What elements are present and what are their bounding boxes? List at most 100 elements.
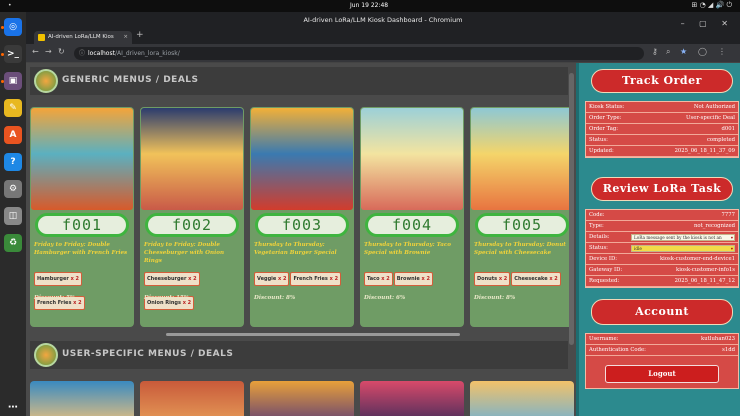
- row-value: completed: [706, 137, 735, 143]
- deal-code[interactable]: f002: [145, 213, 239, 237]
- info-row: Username: kutluhan023: [586, 334, 738, 345]
- logout-button[interactable]: Logout: [605, 365, 719, 383]
- user-specific-deals-carousel[interactable]: [30, 381, 574, 416]
- site-info-icon[interactable]: ⓘ: [79, 47, 85, 60]
- track-order-info: Kiosk Status: Not Authorized Order Type: Us…: [585, 101, 739, 158]
- section-title: GENERIC MENUS / DEALS: [62, 75, 199, 85]
- show-apps-icon[interactable]: ⋯: [4, 398, 22, 416]
- deal-card[interactable]: f005 Thursday to Thursday: Donut Special …: [470, 107, 574, 327]
- deal-items: Donuts x 2 Cheesecake x 2: [474, 265, 574, 289]
- browser-tab[interactable]: AI-driven LoRa/LLM Kios ×: [34, 31, 132, 44]
- text-editor-icon[interactable]: ✎: [4, 99, 22, 117]
- deal-card[interactable]: f004 Thursday to Thursday: Taco Special w…: [360, 107, 464, 327]
- navigation-bar: ← → ↻ ⓘ localhost/AI_driven_lora_kiosk/ …: [26, 44, 740, 63]
- info-row: Order Type: User-specific Deal: [586, 113, 738, 124]
- review-lora-task-button[interactable]: Review LoRa Task: [591, 177, 733, 201]
- deal-card[interactable]: f003 Thursday to Thursday: Vegetarian Bur…: [250, 107, 354, 327]
- item-qty: x 2: [329, 276, 339, 282]
- kiosk-side-panel: Track Order Kiosk Status: Not Authorized O…: [576, 63, 740, 416]
- files-icon[interactable]: ◫: [4, 207, 22, 225]
- bookmark-star-icon[interactable]: ★: [680, 47, 687, 56]
- item-qty: x 2: [498, 276, 508, 282]
- row-value: 2025_06_18_11_47_12: [674, 278, 735, 284]
- row-label: Updated:: [589, 148, 614, 154]
- deal-discount: Discount: 8%: [254, 295, 296, 301]
- row-value: kutluhan023: [701, 336, 735, 342]
- deal-code[interactable]: f005: [475, 213, 569, 237]
- carousel-scrollbar[interactable]: [166, 333, 460, 336]
- system-top-bar: • Jun 19 22:48 ⊞ ◔ ◢ 🔊 ⏻: [0, 0, 740, 12]
- deal-title: Thursday to Thursday: Vegetarian Burger …: [254, 242, 337, 256]
- running-indicator: [1, 80, 4, 83]
- key-icon[interactable]: ⚷: [652, 47, 658, 56]
- running-indicator: [1, 26, 4, 29]
- deal-code[interactable]: f003: [255, 213, 349, 237]
- deal-illustration[interactable]: [360, 381, 464, 416]
- row-value: User-specific Deal: [686, 115, 735, 121]
- chromium-icon[interactable]: ◎: [4, 18, 22, 36]
- deal-title: Thursday to Thursday: Donut Special with…: [474, 242, 566, 256]
- row-value: not_recognized: [693, 223, 735, 229]
- deal-code[interactable]: f004: [365, 213, 459, 237]
- app-center-icon[interactable]: A: [4, 126, 22, 144]
- favicon-icon: [38, 34, 45, 41]
- item-name: Veggie: [257, 276, 277, 282]
- system-clock[interactable]: Jun 19 22:48: [350, 2, 388, 9]
- details-select[interactable]: LoRa message sent by the kiosk is not an…: [631, 234, 735, 241]
- status-select[interactable]: idle ▾: [631, 245, 735, 252]
- row-label: Authentication Code:: [589, 347, 646, 353]
- row-value: kiosk-customer-end-device1: [659, 256, 735, 262]
- row-value: kiosk-customer-info1s: [676, 267, 735, 273]
- deal-card[interactable]: f002 Friday to Friday: Double Cheeseburge…: [140, 107, 244, 327]
- info-row: Status: completed: [586, 135, 738, 146]
- info-row: Type: not_recognized: [586, 221, 738, 232]
- profile-icon[interactable]: ◯: [698, 47, 707, 56]
- details-select-value: LoRa message sent by the kiosk is not an: [634, 235, 722, 240]
- new-tab-button[interactable]: +: [136, 30, 144, 40]
- tab-strip: AI-driven LoRa/LLM Kios × +: [26, 29, 740, 44]
- info-row: Updated: 2025_06_18_11_37_09: [586, 146, 738, 157]
- generic-menus-header: GENERIC MENUS / DEALS: [30, 67, 568, 95]
- item-qty: x 2: [421, 276, 430, 282]
- page-scrollbar[interactable]: [569, 73, 574, 345]
- item-qty: x 2: [188, 276, 197, 282]
- url-host: localhost: [88, 50, 115, 57]
- deal-items: Veggie x 2 French Fries x 2: [254, 265, 354, 289]
- deal-illustration[interactable]: [470, 381, 574, 416]
- forward-icon[interactable]: →: [45, 47, 52, 56]
- terminal-icon[interactable]: >_: [4, 45, 22, 63]
- track-order-button[interactable]: Track Order: [591, 69, 733, 93]
- menu-icon[interactable]: ⋮: [718, 47, 726, 56]
- deal-discount: Discount: 15%: [144, 295, 190, 301]
- deal-code[interactable]: f001: [35, 213, 129, 237]
- zoom-icon[interactable]: ⌕: [666, 47, 670, 57]
- page-content: GENERIC MENUS / DEALS f001 Friday to Frid…: [26, 63, 740, 416]
- item-name: Hamburger: [37, 276, 69, 282]
- deal-illustration[interactable]: [140, 381, 244, 416]
- activities-button[interactable]: •: [8, 2, 12, 9]
- row-value: 2025_06_18_11_37_09: [674, 148, 735, 154]
- trash-icon[interactable]: ♻: [4, 234, 22, 252]
- back-icon[interactable]: ←: [32, 47, 39, 56]
- info-row: Authentication Code: s1dd: [586, 345, 738, 356]
- address-bar[interactable]: ⓘ localhost/AI_driven_lora_kiosk/: [74, 47, 644, 60]
- user-specific-menus-header: USER-SPECIFIC MENUS / DEALS: [30, 341, 568, 369]
- info-row: Order Tag: d001: [586, 124, 738, 135]
- deal-discount: Discount: 5%: [34, 295, 76, 301]
- terminal-2-icon[interactable]: ▣: [4, 72, 22, 90]
- info-row: Code: 7777: [586, 210, 738, 221]
- account-button[interactable]: Account: [591, 299, 733, 325]
- deal-illustration[interactable]: [250, 381, 354, 416]
- reload-icon[interactable]: ↻: [58, 47, 65, 56]
- help-icon[interactable]: ?: [4, 153, 22, 171]
- settings-icon[interactable]: ⚙: [4, 180, 22, 198]
- deal-illustration: [471, 108, 573, 210]
- info-row: Status: idle ▾: [586, 243, 738, 254]
- dock: ⋯ ◎ >_ ▣ ✎ A? ⚙ ◫ ♻: [0, 12, 26, 416]
- system-tray[interactable]: ⊞ ◔ ◢ 🔊 ⏻: [691, 1, 732, 10]
- deal-illustration[interactable]: [30, 381, 134, 416]
- tab-close-icon[interactable]: ×: [123, 31, 128, 44]
- deal-card[interactable]: f001 Friday to Friday: Double Hamburger w…: [30, 107, 134, 327]
- deal-items: Cheeseburger x 2Onion Rings x 2: [144, 265, 244, 313]
- generic-deals-carousel[interactable]: f001 Friday to Friday: Double Hamburger w…: [30, 107, 574, 339]
